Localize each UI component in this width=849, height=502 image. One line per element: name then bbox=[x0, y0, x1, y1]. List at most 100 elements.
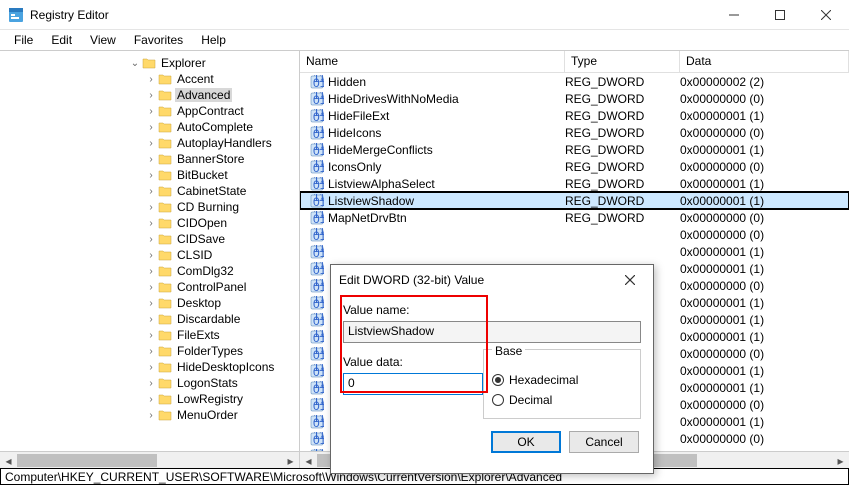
tree-item[interactable]: ›BitBucket bbox=[0, 167, 299, 183]
col-name[interactable]: Name bbox=[300, 51, 565, 72]
ok-button[interactable]: OK bbox=[491, 431, 561, 453]
minimize-button[interactable] bbox=[711, 0, 757, 30]
tree-pane[interactable]: ⌄Explorer›Accent›Advanced›AppContract›Au… bbox=[0, 51, 300, 468]
tree-label: FolderTypes bbox=[175, 344, 245, 358]
expand-icon[interactable]: › bbox=[144, 407, 158, 423]
tree-item[interactable]: ›CLSID bbox=[0, 247, 299, 263]
expand-icon[interactable]: › bbox=[144, 167, 158, 183]
expand-icon[interactable]: › bbox=[144, 119, 158, 135]
scroll-right-icon[interactable]: ▸ bbox=[832, 452, 849, 468]
svg-text:011: 011 bbox=[313, 331, 324, 344]
tree-item[interactable]: ›MenuOrder bbox=[0, 407, 299, 423]
window-title: Registry Editor bbox=[30, 8, 711, 22]
list-row[interactable]: 110011HiddenREG_DWORD0x00000002 (2) bbox=[300, 73, 849, 90]
expand-icon[interactable]: › bbox=[144, 295, 158, 311]
tree-item[interactable]: ›LogonStats bbox=[0, 375, 299, 391]
tree-item-explorer[interactable]: ⌄ Explorer bbox=[0, 55, 299, 71]
tree-item[interactable]: ›BannerStore bbox=[0, 151, 299, 167]
tree-label: ControlPanel bbox=[175, 280, 248, 294]
expand-icon[interactable]: › bbox=[144, 343, 158, 359]
tree-label: AutoComplete bbox=[175, 120, 255, 134]
expand-icon[interactable]: › bbox=[144, 103, 158, 119]
tree-item[interactable]: ›HideDesktopIcons bbox=[0, 359, 299, 375]
menu-edit[interactable]: Edit bbox=[43, 31, 80, 49]
tree-item[interactable]: ›ComDlg32 bbox=[0, 263, 299, 279]
dialog-close-button[interactable] bbox=[615, 265, 645, 295]
list-header: Name Type Data bbox=[300, 51, 849, 73]
expand-icon[interactable]: › bbox=[144, 215, 158, 231]
list-row[interactable]: 110011HideDrivesWithNoMediaREG_DWORD0x00… bbox=[300, 90, 849, 107]
expand-icon[interactable]: › bbox=[144, 375, 158, 391]
expand-icon[interactable]: › bbox=[144, 247, 158, 263]
expand-icon[interactable]: › bbox=[144, 87, 158, 103]
scroll-thumb[interactable] bbox=[17, 454, 157, 467]
tree-item[interactable]: › ControlPanel bbox=[0, 279, 299, 295]
tree-item[interactable]: ›Discardable bbox=[0, 311, 299, 327]
list-row[interactable]: 110011IconsOnlyREG_DWORD0x00000000 (0) bbox=[300, 158, 849, 175]
expand-icon[interactable]: › bbox=[144, 359, 158, 375]
col-type[interactable]: Type bbox=[565, 51, 680, 72]
expand-icon[interactable]: › bbox=[144, 199, 158, 215]
tree-item[interactable]: › AutoComplete bbox=[0, 119, 299, 135]
collapse-icon[interactable]: ⌄ bbox=[128, 55, 142, 71]
scroll-left-icon[interactable]: ◂ bbox=[300, 452, 317, 468]
list-row[interactable]: 110011ListviewAlphaSelectREG_DWORD0x0000… bbox=[300, 175, 849, 192]
radio-dec-label: Decimal bbox=[509, 393, 552, 407]
list-row[interactable]: 110011ListviewShadowREG_DWORD0x00000001 … bbox=[300, 192, 849, 209]
expand-icon[interactable]: › bbox=[144, 311, 158, 327]
scroll-right-icon[interactable]: ▸ bbox=[282, 452, 299, 468]
expand-icon[interactable]: › bbox=[144, 231, 158, 247]
tree-label: Accent bbox=[175, 72, 216, 86]
list-row[interactable]: 1100110x00000001 (1) bbox=[300, 243, 849, 260]
list-row[interactable]: 110011HideIconsREG_DWORD0x00000000 (0) bbox=[300, 124, 849, 141]
radio-decimal[interactable]: Decimal bbox=[492, 390, 632, 410]
tree-item[interactable]: ›FileExts bbox=[0, 327, 299, 343]
tree-item[interactable]: ›CD Burning bbox=[0, 199, 299, 215]
tree-item[interactable]: › Accent bbox=[0, 71, 299, 87]
window-controls bbox=[711, 0, 849, 30]
tree-item[interactable]: › Advanced bbox=[0, 87, 299, 103]
svg-text:011: 011 bbox=[313, 110, 324, 123]
menu-help[interactable]: Help bbox=[193, 31, 234, 49]
list-row[interactable]: 110011HideFileExtREG_DWORD0x00000001 (1) bbox=[300, 107, 849, 124]
tree-item[interactable]: ›CIDSave bbox=[0, 231, 299, 247]
tree-item[interactable]: › FolderTypes bbox=[0, 343, 299, 359]
expand-icon[interactable]: › bbox=[144, 263, 158, 279]
radio-hexadecimal[interactable]: Hexadecimal bbox=[492, 370, 632, 390]
value-type: REG_DWORD bbox=[559, 126, 674, 140]
tree-item[interactable]: › CIDOpen bbox=[0, 215, 299, 231]
tree-label: CIDOpen bbox=[175, 216, 229, 230]
tree-item[interactable]: ›LowRegistry bbox=[0, 391, 299, 407]
maximize-button[interactable] bbox=[757, 0, 803, 30]
menu-file[interactable]: File bbox=[6, 31, 41, 49]
value-name-input[interactable]: ListviewShadow bbox=[343, 321, 641, 343]
expand-icon[interactable]: › bbox=[144, 183, 158, 199]
list-row[interactable]: 110011HideMergeConflictsREG_DWORD0x00000… bbox=[300, 141, 849, 158]
scroll-left-icon[interactable]: ◂ bbox=[0, 452, 17, 468]
tree-hscroll[interactable]: ◂ ▸ bbox=[0, 451, 299, 468]
expand-icon[interactable]: › bbox=[144, 391, 158, 407]
tree-item[interactable]: ›AppContract bbox=[0, 103, 299, 119]
close-button[interactable] bbox=[803, 0, 849, 30]
tree-label: Desktop bbox=[175, 296, 223, 310]
expand-icon[interactable]: › bbox=[144, 279, 158, 295]
expand-icon[interactable]: › bbox=[144, 327, 158, 343]
value-data-input[interactable]: 0 bbox=[343, 373, 483, 395]
list-row[interactable]: 1100110x00000000 (0) bbox=[300, 226, 849, 243]
tree-label: Advanced bbox=[175, 88, 232, 102]
value-data: 0x00000000 (0) bbox=[674, 398, 849, 412]
tree-item[interactable]: ›CabinetState bbox=[0, 183, 299, 199]
expand-icon[interactable]: › bbox=[144, 135, 158, 151]
expand-icon[interactable]: › bbox=[144, 151, 158, 167]
tree-label: Explorer bbox=[159, 56, 208, 70]
menu-view[interactable]: View bbox=[82, 31, 124, 49]
svg-text:011: 011 bbox=[313, 365, 324, 378]
list-row[interactable]: 110011MapNetDrvBtnREG_DWORD0x00000000 (0… bbox=[300, 209, 849, 226]
expand-icon[interactable]: › bbox=[144, 71, 158, 87]
col-data[interactable]: Data bbox=[680, 51, 849, 72]
cancel-button[interactable]: Cancel bbox=[569, 431, 639, 453]
value-type: REG_DWORD bbox=[559, 143, 674, 157]
tree-item[interactable]: › Desktop bbox=[0, 295, 299, 311]
tree-item[interactable]: ›AutoplayHandlers bbox=[0, 135, 299, 151]
menu-favorites[interactable]: Favorites bbox=[126, 31, 191, 49]
